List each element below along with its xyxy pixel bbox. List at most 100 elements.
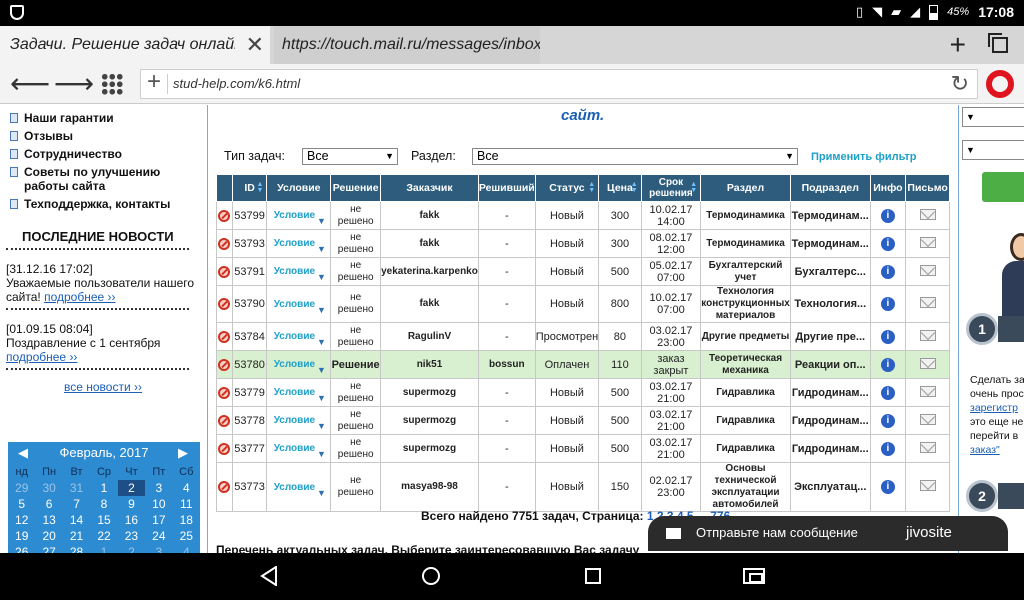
condition-cell[interactable]: Условие ▼ [266,201,332,230]
task-type-select[interactable]: Все ▼ [302,148,398,165]
delete-cell[interactable] [216,406,233,435]
calendar-day[interactable]: 17 [145,512,172,528]
section-link[interactable]: Технология конструкционных материалов [700,285,791,323]
next-month-icon[interactable]: ▶ [178,442,188,464]
info-cell[interactable]: i [869,229,907,258]
calendar-day[interactable]: 1 [90,480,117,496]
section-link[interactable]: Гидравлика [700,378,791,407]
info-icon[interactable]: i [880,208,895,223]
condition-cell[interactable]: Условие ▼ [266,378,332,407]
chat-widget[interactable]: Отправьте нам сообщение jivosite [648,516,1008,551]
no-entry-icon[interactable] [218,442,231,455]
home-icon[interactable] [422,567,440,585]
dropdown-caret-icon[interactable]: ▼ [317,421,326,431]
envelope-icon[interactable] [919,413,936,425]
delete-cell[interactable] [216,285,233,323]
section-link[interactable]: Термодинамика [700,229,791,258]
sidebar-item-cooperation[interactable]: Сотрудничество [0,147,205,161]
condition-link[interactable]: Условие [274,331,315,342]
info-icon[interactable]: i [880,413,895,428]
mail-cell[interactable] [905,322,950,351]
info-icon[interactable]: i [880,329,895,344]
calendar-day[interactable]: 9 [118,496,145,512]
no-entry-icon[interactable] [218,386,231,399]
dropdown-caret-icon[interactable]: ▼ [317,365,326,375]
envelope-icon[interactable] [919,385,936,397]
dropdown-caret-icon[interactable]: ▼ [317,272,326,282]
column-header-id[interactable]: ID ▲ ▼ [231,174,268,202]
delete-cell[interactable] [216,201,233,230]
green-button[interactable] [982,172,1024,202]
info-cell[interactable]: i [869,285,907,323]
info-icon[interactable]: i [880,480,895,494]
speed-dial-grid-icon[interactable] [101,73,123,95]
opera-logo-icon[interactable] [986,70,1014,98]
calendar-day[interactable]: 2 [118,544,145,553]
info-cell[interactable]: i [869,434,907,463]
solver-cell[interactable]: bossun [477,350,536,379]
calendar-day[interactable]: 19 [8,528,35,544]
no-entry-icon[interactable] [218,330,231,343]
customer-link[interactable]: yekaterina.karpenko [380,257,479,286]
calendar-day[interactable]: 27 [35,544,62,553]
info-cell[interactable]: i [869,201,907,230]
condition-cell[interactable]: Условие ▼ [266,462,332,512]
section-link[interactable]: Другие предметы [700,322,791,351]
delete-cell[interactable] [216,434,233,463]
envelope-icon[interactable] [919,441,936,453]
add-bookmark-icon[interactable]: + [147,68,161,96]
register-link[interactable]: зарегистр [970,402,1018,414]
customer-link[interactable]: RagulinV [380,322,479,351]
calendar-day[interactable]: 24 [145,528,172,544]
customer-link[interactable]: supermozg [380,406,479,435]
forward-arrow-icon[interactable]: ⟶ [54,67,94,100]
customer-link[interactable]: masya98-98 [380,462,479,512]
condition-cell[interactable]: Условие ▼ [266,285,332,323]
dropdown-caret-icon[interactable]: ▼ [317,216,326,226]
close-icon[interactable]: ✕ [246,26,264,64]
reload-icon[interactable]: ↻ [951,71,969,97]
sort-icon[interactable]: ▲ ▼ [631,181,638,194]
envelope-icon[interactable] [919,329,936,341]
info-cell[interactable]: i [869,322,907,351]
sidebar-item-advice[interactable]: Советы по улучшению работы сайта [0,165,205,193]
dropdown-caret-icon[interactable]: ▼ [317,305,326,315]
back-icon[interactable] [260,566,278,586]
info-icon[interactable]: i [880,264,895,279]
info-icon[interactable]: i [880,297,895,311]
envelope-icon[interactable] [919,236,936,248]
condition-link[interactable]: Условие [274,210,315,221]
customer-link[interactable]: nik51 [380,350,479,379]
calendar-day[interactable]: 2 [117,480,146,496]
section-link[interactable]: Бухгалтерский учет [700,257,791,286]
calendar-day[interactable]: 1 [90,544,117,553]
mail-cell[interactable] [905,350,950,379]
column-header-price[interactable]: Цена ▲ ▼ [598,174,642,202]
delete-cell[interactable] [216,229,233,258]
envelope-icon[interactable] [919,357,936,369]
condition-link[interactable]: Условие [274,482,315,493]
delete-cell[interactable] [216,257,233,286]
dropdown-caret-icon[interactable]: ▼ [317,488,326,498]
condition-link[interactable]: Условие [274,415,315,426]
calendar-day[interactable]: 3 [145,480,172,496]
dropdown-caret-icon[interactable]: ▼ [317,393,326,403]
info-cell[interactable]: i [869,406,907,435]
calendar-day[interactable]: 31 [63,480,90,496]
sort-icon[interactable]: ▲ ▼ [690,181,697,194]
dropdown-caret-icon[interactable]: ▼ [317,449,326,459]
envelope-icon[interactable] [919,480,936,491]
mail-cell[interactable] [905,378,950,407]
info-icon[interactable]: i [880,441,895,456]
envelope-icon[interactable] [919,297,936,308]
calendar-day[interactable]: 16 [118,512,145,528]
back-arrow-icon[interactable]: ⟵ [10,67,50,100]
info-cell[interactable]: i [869,462,907,512]
mail-cell[interactable] [905,434,950,463]
screenshot-icon[interactable] [743,568,765,584]
recents-icon[interactable] [585,568,601,584]
customer-link[interactable]: fakk [380,229,479,258]
condition-link[interactable]: Условие [274,266,315,277]
no-entry-icon[interactable] [218,414,231,427]
condition-link[interactable]: Условие [274,387,315,398]
